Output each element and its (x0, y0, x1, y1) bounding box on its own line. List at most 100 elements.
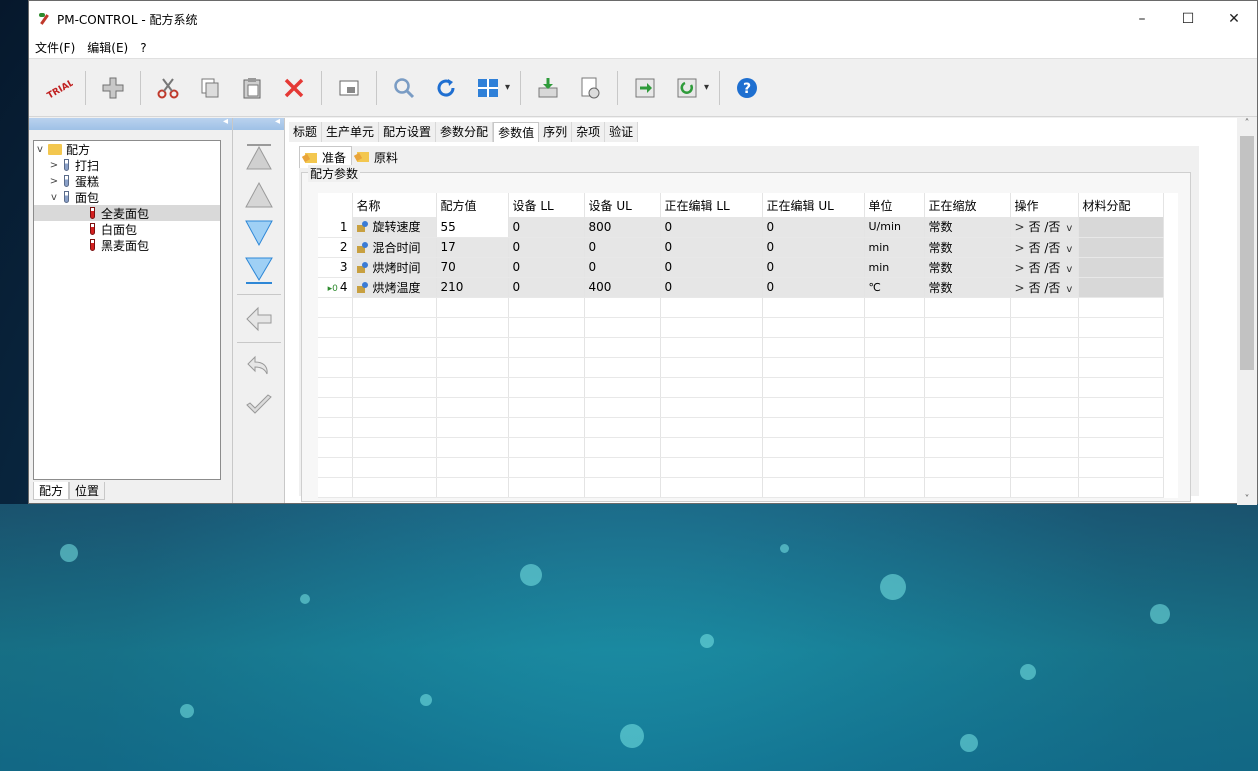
cell-name[interactable]: 烘烤温度 (352, 277, 437, 298)
tab-title[interactable]: 标题 (289, 122, 323, 142)
cell-edit-ul[interactable]: 0 (762, 237, 865, 258)
cell-device-ul[interactable]: 400 (584, 277, 661, 298)
tab-location[interactable]: 位置 (69, 482, 106, 500)
delete-icon[interactable] (276, 70, 312, 106)
tab-recipe-settings[interactable]: 配方设置 (379, 122, 437, 142)
menu-edit[interactable]: 编辑(E) (81, 39, 134, 56)
tab-misc[interactable]: 杂项 (572, 122, 606, 142)
chevron-right-icon[interactable]: > (1015, 241, 1025, 255)
column-header-operation[interactable]: 操作 (1010, 193, 1079, 217)
cell-value[interactable]: 210 (436, 277, 509, 298)
cell-device-ul[interactable]: 0 (584, 257, 661, 278)
scroll-down-icon[interactable]: ˅ (1237, 494, 1257, 505)
move-down-button[interactable] (241, 216, 277, 250)
back-arrow-button[interactable] (241, 302, 277, 336)
chevron-down-icon[interactable]: ▾ (704, 82, 709, 93)
cell-operation[interactable]: > 否 /否 v (1010, 237, 1079, 258)
cell-edit-ll[interactable]: 0 (660, 237, 763, 258)
table-row[interactable]: 1 旋转速度 55 0 800 0 0 U/min 常数 > 否 /否 v (318, 217, 1164, 238)
chevron-down-icon[interactable]: v (1066, 264, 1072, 275)
chevron-right-icon[interactable]: > (48, 160, 60, 171)
column-header-scaling[interactable]: 正在缩放 (924, 193, 1011, 217)
cell-material[interactable] (1078, 277, 1164, 298)
cell-edit-ul[interactable]: 0 (762, 257, 865, 278)
preview-icon[interactable] (331, 70, 367, 106)
move-first-button[interactable] (241, 140, 277, 174)
cell-device-ll[interactable]: 0 (508, 277, 585, 298)
help-icon[interactable]: ? (729, 70, 765, 106)
tree-item-rye-bread[interactable]: 黑麦面包 (34, 237, 220, 253)
paste-icon[interactable] (234, 70, 270, 106)
column-header-value[interactable]: 配方值 (436, 193, 509, 217)
grid-view-icon[interactable] (470, 70, 506, 106)
chevron-down-icon[interactable]: ▾ (505, 82, 510, 93)
menu-help[interactable]: ? (134, 41, 152, 55)
tab-sequence[interactable]: 序列 (539, 122, 573, 142)
tab-parameter-assignment[interactable]: 参数分配 (436, 122, 494, 142)
column-header-material[interactable]: 材料分配 (1078, 193, 1164, 217)
report-icon[interactable] (572, 70, 608, 106)
chevron-down-icon[interactable]: v (1066, 223, 1072, 234)
cell-unit[interactable]: ℃ (864, 277, 925, 298)
maximize-button[interactable]: ☐ (1165, 1, 1211, 37)
cell-scaling[interactable]: 常数 (924, 237, 1011, 258)
menu-file[interactable]: 文件(F) (29, 39, 81, 56)
cell-edit-ll[interactable]: 0 (660, 217, 763, 238)
copy-icon[interactable] (192, 70, 228, 106)
cell-operation[interactable]: > 否 /否 v (1010, 257, 1079, 278)
tree-item-bread[interactable]: v 面包 (34, 189, 220, 205)
chevron-down-icon[interactable]: v (1066, 284, 1072, 295)
download-icon[interactable] (530, 70, 566, 106)
cell-material[interactable] (1078, 237, 1164, 258)
tree-item-clean[interactable]: > 打扫 (34, 157, 220, 173)
move-last-button[interactable] (241, 254, 277, 288)
trial-icon[interactable]: TRIAL (40, 70, 76, 106)
tree-item-cake[interactable]: > 蛋糕 (34, 173, 220, 189)
minimize-button[interactable]: – (1119, 1, 1165, 37)
scroll-thumb[interactable] (1240, 136, 1254, 370)
column-header-edit-ul[interactable]: 正在编辑 UL (762, 193, 865, 217)
chevron-down-icon[interactable]: v (34, 144, 46, 155)
column-header-unit[interactable]: 单位 (864, 193, 925, 217)
chevron-down-icon[interactable]: v (48, 192, 60, 203)
cell-scaling[interactable]: 常数 (924, 257, 1011, 278)
tab-recipe[interactable]: 配方 (33, 482, 70, 500)
cell-edit-ll[interactable]: 0 (660, 257, 763, 278)
column-header-device-ll[interactable]: 设备 LL (508, 193, 585, 217)
tree-item-wholewheat[interactable]: 全麦面包 (34, 205, 220, 221)
vertical-scrollbar[interactable]: ˄ ˅ (1237, 118, 1257, 505)
import-icon[interactable] (669, 70, 705, 106)
export-icon[interactable] (627, 70, 663, 106)
chevron-right-icon[interactable]: > (1015, 220, 1025, 234)
cell-edit-ll[interactable]: 0 (660, 277, 763, 298)
chevron-down-icon[interactable]: v (1066, 244, 1072, 255)
tab-parameter-values[interactable]: 参数值 (493, 122, 540, 142)
cell-unit[interactable]: min (864, 257, 925, 278)
move-up-button[interactable] (241, 178, 277, 212)
table-row[interactable]: 3 烘烤时间 70 0 0 0 0 min 常数 > 否 /否 v (318, 257, 1164, 278)
cell-device-ll[interactable]: 0 (508, 217, 585, 238)
tree-item-white-bread[interactable]: 白面包 (34, 221, 220, 237)
cell-value[interactable]: 70 (436, 257, 509, 278)
cell-name[interactable]: 混合时间 (352, 237, 437, 258)
search-icon[interactable] (386, 70, 422, 106)
cell-name[interactable]: 旋转速度 (352, 217, 437, 238)
tab-production-unit[interactable]: 生产单元 (322, 122, 380, 142)
cell-name[interactable]: 烘烤时间 (352, 257, 437, 278)
cell-device-ul[interactable]: 0 (584, 237, 661, 258)
column-header-device-ul[interactable]: 设备 UL (584, 193, 661, 217)
cell-value[interactable]: 17 (436, 237, 509, 258)
close-button[interactable]: ✕ (1211, 1, 1257, 37)
cell-scaling[interactable]: 常数 (924, 217, 1011, 238)
cell-edit-ul[interactable]: 0 (762, 217, 865, 238)
add-icon[interactable] (95, 70, 131, 106)
cell-material[interactable] (1078, 257, 1164, 278)
collapse-pane-icon[interactable]: ◂ (223, 116, 228, 127)
tree-root[interactable]: v 配方 (34, 141, 220, 157)
confirm-button[interactable] (241, 388, 277, 422)
title-bar[interactable]: PM-CONTROL - 配方系统 – ☐ ✕ (29, 1, 1257, 37)
cell-unit[interactable]: U/min (864, 217, 925, 238)
cell-device-ul[interactable]: 800 (584, 217, 661, 238)
scroll-up-icon[interactable]: ˄ (1237, 118, 1257, 129)
table-row[interactable]: 2 混合时间 17 0 0 0 0 min 常数 > 否 /否 v (318, 237, 1164, 258)
